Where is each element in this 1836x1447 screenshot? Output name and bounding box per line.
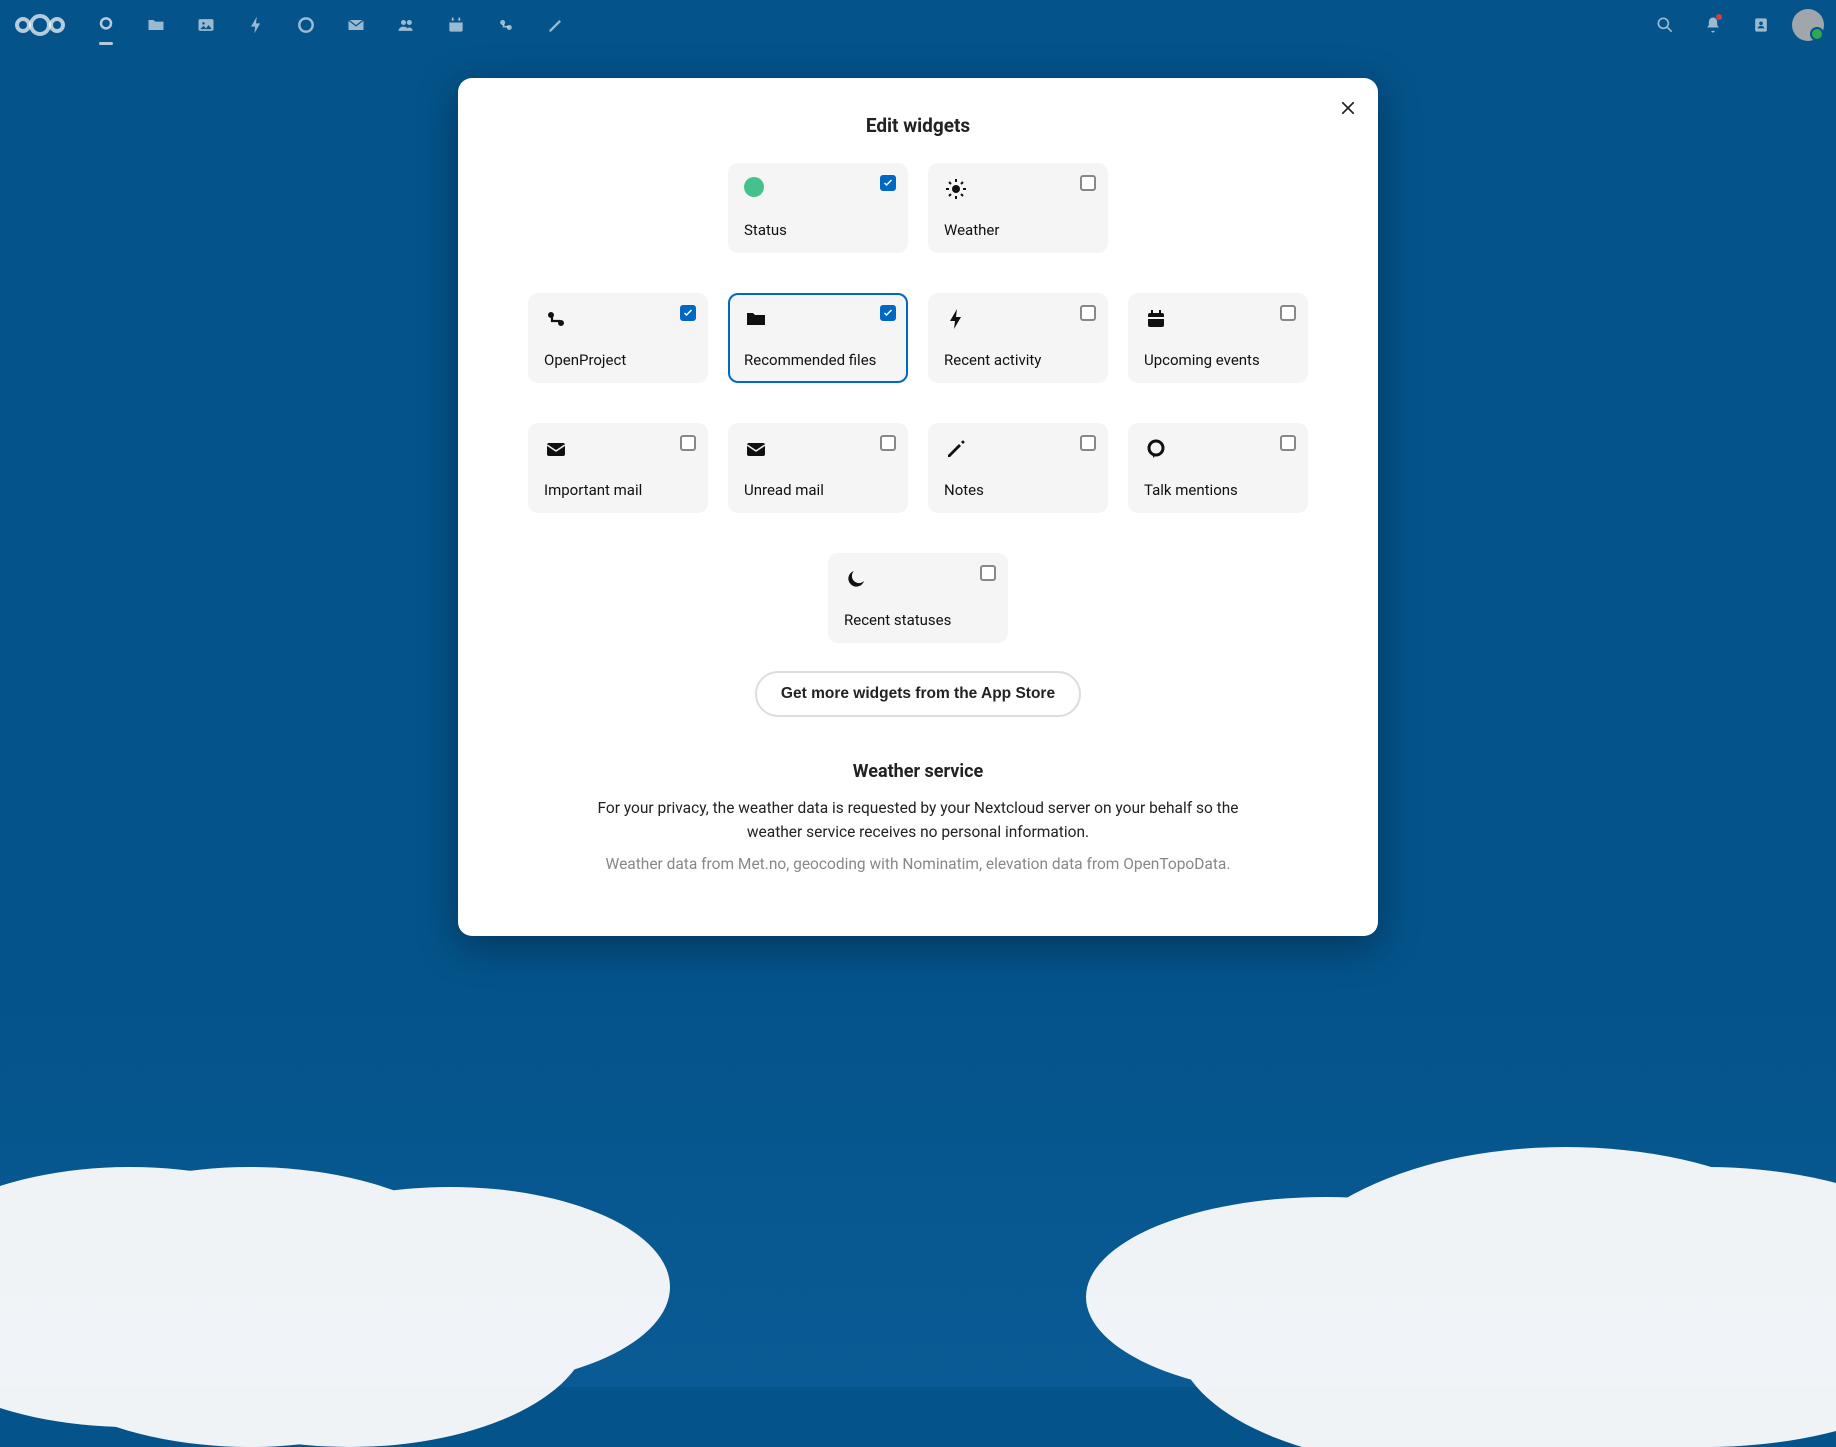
widget-recommended-files[interactable]: Recommended files (728, 293, 908, 383)
checkbox-unchecked[interactable] (1280, 305, 1296, 321)
weather-service-description: For your privacy, the weather data is re… (588, 796, 1248, 844)
mail-icon (744, 437, 768, 461)
modal-title: Edit widgets (488, 114, 1348, 137)
checkbox-unchecked[interactable] (1080, 435, 1096, 451)
folder-icon (744, 307, 768, 331)
calendar-icon (1144, 307, 1168, 331)
sun-icon (944, 177, 968, 201)
widget-talk-mentions[interactable]: Talk mentions (1128, 423, 1308, 513)
widget-recent-statuses[interactable]: Recent statuses (828, 553, 1008, 643)
checkbox-checked[interactable] (680, 305, 696, 321)
widget-notes[interactable]: Notes (928, 423, 1108, 513)
widget-label: Upcoming events (1144, 351, 1292, 369)
status-dot-icon (744, 177, 764, 197)
widget-label: Recent activity (944, 351, 1092, 369)
openproject-icon (544, 307, 568, 331)
checkbox-unchecked[interactable] (980, 565, 996, 581)
pencil-icon (944, 437, 968, 461)
widget-label: Notes (944, 481, 1092, 499)
widget-status[interactable]: Status (728, 163, 908, 253)
widget-label: Unread mail (744, 481, 892, 499)
widget-label: Important mail (544, 481, 692, 499)
widget-label: OpenProject (544, 351, 692, 369)
get-more-widgets-button[interactable]: Get more widgets from the App Store (755, 671, 1081, 717)
widget-upcoming-events[interactable]: Upcoming events (1128, 293, 1308, 383)
widget-grid: Status Weather OpenProject Recommended f… (488, 163, 1348, 643)
close-button[interactable] (1334, 94, 1362, 122)
checkbox-unchecked[interactable] (880, 435, 896, 451)
checkbox-checked[interactable] (880, 305, 896, 321)
widget-label: Talk mentions (1144, 481, 1292, 499)
checkbox-unchecked[interactable] (1080, 175, 1096, 191)
weather-service-attribution: Weather data from Met.no, geocoding with… (488, 852, 1348, 876)
mail-icon (544, 437, 568, 461)
widget-label: Status (744, 221, 892, 239)
widget-unread-mail[interactable]: Unread mail (728, 423, 908, 513)
edit-widgets-modal: Edit widgets Status Weather OpenProject (458, 78, 1378, 936)
moon-icon (844, 567, 868, 591)
checkbox-unchecked[interactable] (680, 435, 696, 451)
activity-icon (944, 307, 968, 331)
widget-weather[interactable]: Weather (928, 163, 1108, 253)
widget-recent-activity[interactable]: Recent activity (928, 293, 1108, 383)
widget-important-mail[interactable]: Important mail (528, 423, 708, 513)
weather-service-title: Weather service (488, 761, 1348, 782)
talk-icon (1144, 437, 1168, 461)
checkbox-unchecked[interactable] (1080, 305, 1096, 321)
checkbox-checked[interactable] (880, 175, 896, 191)
widget-label: Recommended files (744, 351, 892, 369)
checkbox-unchecked[interactable] (1280, 435, 1296, 451)
modal-backdrop: Edit widgets Status Weather OpenProject (0, 0, 1836, 1387)
widget-openproject[interactable]: OpenProject (528, 293, 708, 383)
widget-label: Weather (944, 221, 1092, 239)
widget-label: Recent statuses (844, 611, 992, 629)
